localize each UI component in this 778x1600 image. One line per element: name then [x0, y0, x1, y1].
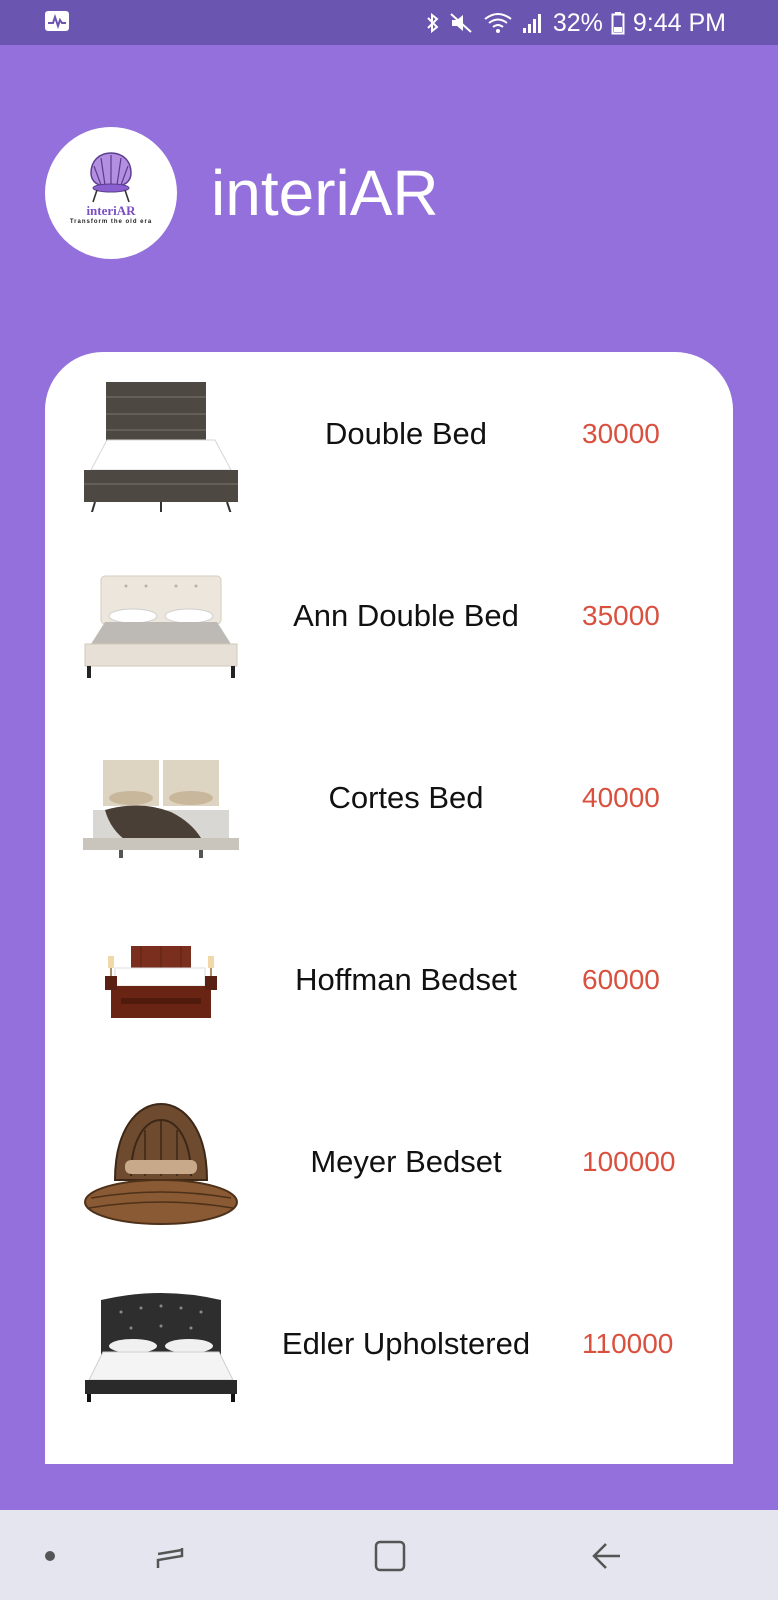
- product-price: 60000: [582, 964, 660, 995]
- app-logo: interiAR Transform the old era: [45, 127, 177, 259]
- battery-icon: [611, 12, 625, 35]
- edler-upholstered-image: [85, 1293, 237, 1402]
- logo-name: interiAR: [86, 203, 136, 218]
- double-bed-image: [84, 382, 238, 512]
- home-icon[interactable]: [372, 1538, 408, 1574]
- activity-icon: [45, 11, 69, 31]
- mute-icon: [450, 13, 472, 33]
- product-name: Double Bed: [324, 416, 487, 451]
- product-price: 40000: [582, 782, 660, 813]
- wifi-icon: [484, 13, 512, 33]
- product-name: Cortes Bed: [328, 780, 484, 815]
- battery-percent: 32%: [552, 8, 603, 37]
- back-icon[interactable]: [590, 1538, 626, 1574]
- dot-icon: [45, 1551, 55, 1561]
- product-name: Meyer Bedset: [310, 1144, 502, 1179]
- recent-apps-icon[interactable]: [154, 1538, 190, 1574]
- product-price: 100000: [582, 1146, 676, 1177]
- navigation-bar: [0, 1510, 778, 1600]
- hoffman-bedset-image: [105, 946, 217, 1018]
- chair-logo-icon: [90, 152, 132, 203]
- meyer-bedset-image: [84, 1102, 238, 1225]
- product-list[interactable]: Double Bed 30000 Ann Double Bed 35000 Co…: [45, 352, 733, 1464]
- product-item[interactable]: Double Bed 30000: [45, 352, 733, 534]
- product-item[interactable]: Edler Upholstered 110000: [45, 1262, 733, 1444]
- app-title: interiAR: [211, 157, 439, 229]
- clock: 9:44 PM: [632, 8, 726, 37]
- next-item-peek: [101, 1460, 201, 1464]
- signal-icon: [522, 14, 541, 33]
- product-item[interactable]: Hoffman Bedset 60000: [45, 898, 733, 1080]
- product-price: 110000: [582, 1328, 674, 1359]
- product-price: 35000: [582, 600, 660, 631]
- cortes-bed-image: [83, 760, 239, 858]
- product-price: 30000: [582, 418, 660, 449]
- app-header: interiAR Transform the old era interiAR: [45, 127, 745, 267]
- bluetooth-icon: [427, 12, 439, 34]
- product-item[interactable]: Meyer Bedset 100000: [45, 1080, 733, 1262]
- product-item[interactable]: Ann Double Bed 35000: [45, 534, 733, 716]
- ann-double-bed-image: [84, 575, 238, 678]
- product-item[interactable]: Cortes Bed 40000: [45, 716, 733, 898]
- product-name: Ann Double Bed: [293, 598, 519, 633]
- product-name: Edler Upholstered: [281, 1326, 531, 1361]
- status-bar: 32% 9:44 PM: [0, 0, 778, 45]
- logo-tagline: Transform the old era: [69, 219, 153, 225]
- product-name: Hoffman Bedset: [295, 962, 517, 997]
